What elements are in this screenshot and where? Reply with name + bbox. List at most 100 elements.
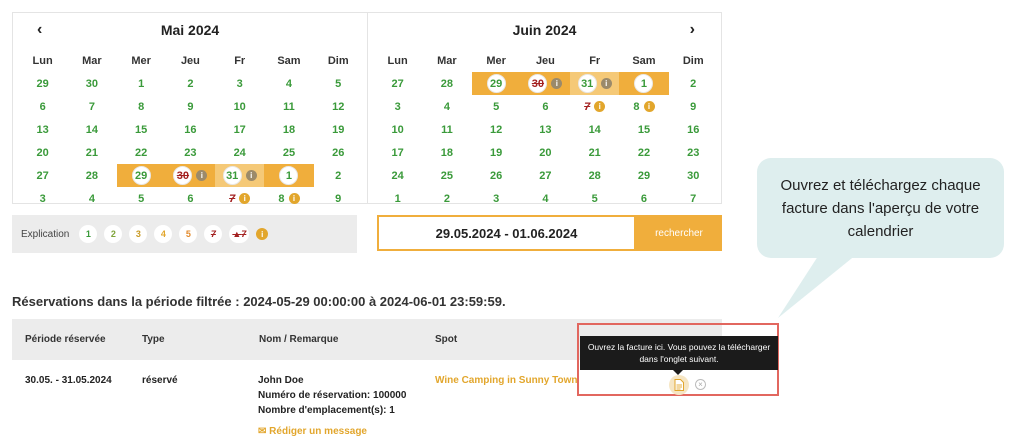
write-message-link[interactable]: ✉ Rédiger un message — [258, 426, 367, 437]
info-icon[interactable]: i — [196, 170, 208, 181]
day-cell[interactable]: 6 — [18, 95, 67, 118]
day-cell-selected[interactable]: 1 — [619, 72, 669, 95]
day-cell[interactable]: 4 — [264, 72, 313, 95]
close-circle-icon[interactable]: × — [695, 379, 706, 390]
day-cell[interactable]: 3 — [215, 72, 264, 95]
day-cell[interactable]: 2 — [669, 72, 718, 95]
day-cell[interactable]: 15 — [619, 118, 668, 141]
day-cell-booked[interactable]: 30 i — [165, 164, 216, 187]
day-cell[interactable]: 19 — [314, 118, 363, 141]
day-cell[interactable]: 18 — [264, 118, 313, 141]
day-cell[interactable]: 15 — [117, 118, 166, 141]
day-cell[interactable]: 5 — [570, 187, 619, 210]
day-cell[interactable]: 5 — [472, 95, 521, 118]
day-cell[interactable]: 10 — [373, 118, 422, 141]
day-cell[interactable]: 9 — [314, 187, 363, 210]
day-cell[interactable]: 3 — [472, 187, 521, 210]
info-icon[interactable]: i — [551, 78, 563, 89]
day-cell[interactable]: 7 — [669, 187, 718, 210]
day-cell[interactable]: 7 — [67, 95, 116, 118]
day-cell[interactable]: 2 — [422, 187, 471, 210]
day-cell[interactable]: 30 — [669, 164, 718, 187]
day-cell[interactable]: 13 — [521, 118, 570, 141]
day-cell[interactable]: 21 — [570, 141, 619, 164]
day-cell[interactable]: 4 — [67, 187, 116, 210]
day-cell[interactable]: 30 — [67, 72, 116, 95]
day-cell-selected[interactable]: 31 i — [215, 164, 265, 187]
day-cell[interactable]: 8 — [117, 95, 166, 118]
day-cell[interactable]: 11 — [422, 118, 471, 141]
day-cell-selected[interactable]: 29 — [116, 164, 166, 187]
day-cell[interactable]: 19 — [472, 141, 521, 164]
day-cell[interactable]: 5 — [117, 187, 166, 210]
day-cell[interactable]: 18 — [422, 141, 471, 164]
invoice-button[interactable] — [669, 375, 689, 395]
day-cell[interactable]: 27 — [521, 164, 570, 187]
day-cell[interactable]: 17 — [373, 141, 422, 164]
day-cell[interactable]: 1 — [117, 72, 166, 95]
day-cell[interactable]: 24 — [373, 164, 422, 187]
day-cell[interactable]: 29 — [619, 164, 668, 187]
day-cell[interactable]: 16 — [166, 118, 215, 141]
info-icon[interactable]: i — [600, 78, 612, 89]
day-cell[interactable]: 25 — [422, 164, 471, 187]
day-cell[interactable]: 4 — [422, 95, 471, 118]
day-cell[interactable]: 1 — [373, 187, 422, 210]
day-cell[interactable]: 9 — [166, 95, 215, 118]
day-cell[interactable]: 3 — [373, 95, 422, 118]
day-cell[interactable]: 28 — [67, 164, 116, 187]
info-icon[interactable]: i — [245, 170, 257, 181]
spot-link[interactable]: Wine Camping in Sunny Town — [435, 375, 578, 386]
day-cell[interactable]: 17 — [215, 118, 264, 141]
day-cell[interactable]: 29 — [18, 72, 67, 95]
day-cell[interactable]: 6 — [619, 187, 668, 210]
info-icon[interactable]: i — [288, 193, 300, 204]
day-cell[interactable]: 8i — [264, 187, 313, 210]
day-cell[interactable]: 5 — [314, 72, 363, 95]
day-cell[interactable]: 23 — [166, 141, 215, 164]
day-cell[interactable]: 28 — [422, 72, 471, 95]
weekday-header: Lun Mar Mer Jeu Fr Sam Dim — [18, 49, 363, 72]
day-cell[interactable]: 28 — [570, 164, 619, 187]
day-cell[interactable]: 8i — [619, 95, 668, 118]
day-cell[interactable]: 23 — [669, 141, 718, 164]
day-cell[interactable]: 26 — [314, 141, 363, 164]
day-cell[interactable]: 13 — [18, 118, 67, 141]
day-cell[interactable]: 16 — [669, 118, 718, 141]
day-cell-selected[interactable]: 31 i — [570, 72, 620, 95]
day-cell[interactable]: 2 — [166, 72, 215, 95]
day-cell[interactable]: 6 — [166, 187, 215, 210]
day-cell[interactable]: 3 — [18, 187, 67, 210]
search-button[interactable]: rechercher — [636, 215, 722, 251]
day-cell[interactable]: 27 — [373, 72, 422, 95]
day-cell[interactable]: 14 — [570, 118, 619, 141]
day-cell[interactable]: 20 — [521, 141, 570, 164]
day-cell[interactable]: 10 — [215, 95, 264, 118]
day-cell-booked[interactable]: 30 i — [520, 72, 571, 95]
info-icon[interactable]: i — [594, 101, 606, 112]
day-cell[interactable]: 20 — [18, 141, 67, 164]
day-cell[interactable]: 9 — [669, 95, 718, 118]
day-cell[interactable]: 4 — [521, 187, 570, 210]
day-cell[interactable]: 27 — [18, 164, 67, 187]
info-icon[interactable]: i — [643, 101, 655, 112]
date-range-input[interactable]: 29.05.2024 - 01.06.2024 — [377, 215, 636, 251]
day-cell[interactable]: 6 — [521, 95, 570, 118]
day-cell-blocked[interactable]: 7i — [215, 187, 264, 210]
day-cell[interactable]: 21 — [67, 141, 116, 164]
day-cell[interactable]: 12 — [472, 118, 521, 141]
day-cell-selected[interactable]: 1 — [264, 164, 314, 187]
day-cell[interactable]: 11 — [264, 95, 313, 118]
day-cell[interactable]: 22 — [117, 141, 166, 164]
day-cell[interactable]: 2 — [314, 164, 363, 187]
selected-day: 29 — [131, 166, 151, 185]
day-cell[interactable]: 25 — [264, 141, 313, 164]
day-cell[interactable]: 24 — [215, 141, 264, 164]
day-cell-blocked[interactable]: 7i — [570, 95, 619, 118]
day-cell[interactable]: 26 — [472, 164, 521, 187]
day-cell[interactable]: 22 — [619, 141, 668, 164]
day-cell[interactable]: 14 — [67, 118, 116, 141]
day-cell[interactable]: 12 — [314, 95, 363, 118]
info-icon[interactable]: i — [239, 193, 251, 204]
day-cell-selected[interactable]: 29 — [471, 72, 521, 95]
